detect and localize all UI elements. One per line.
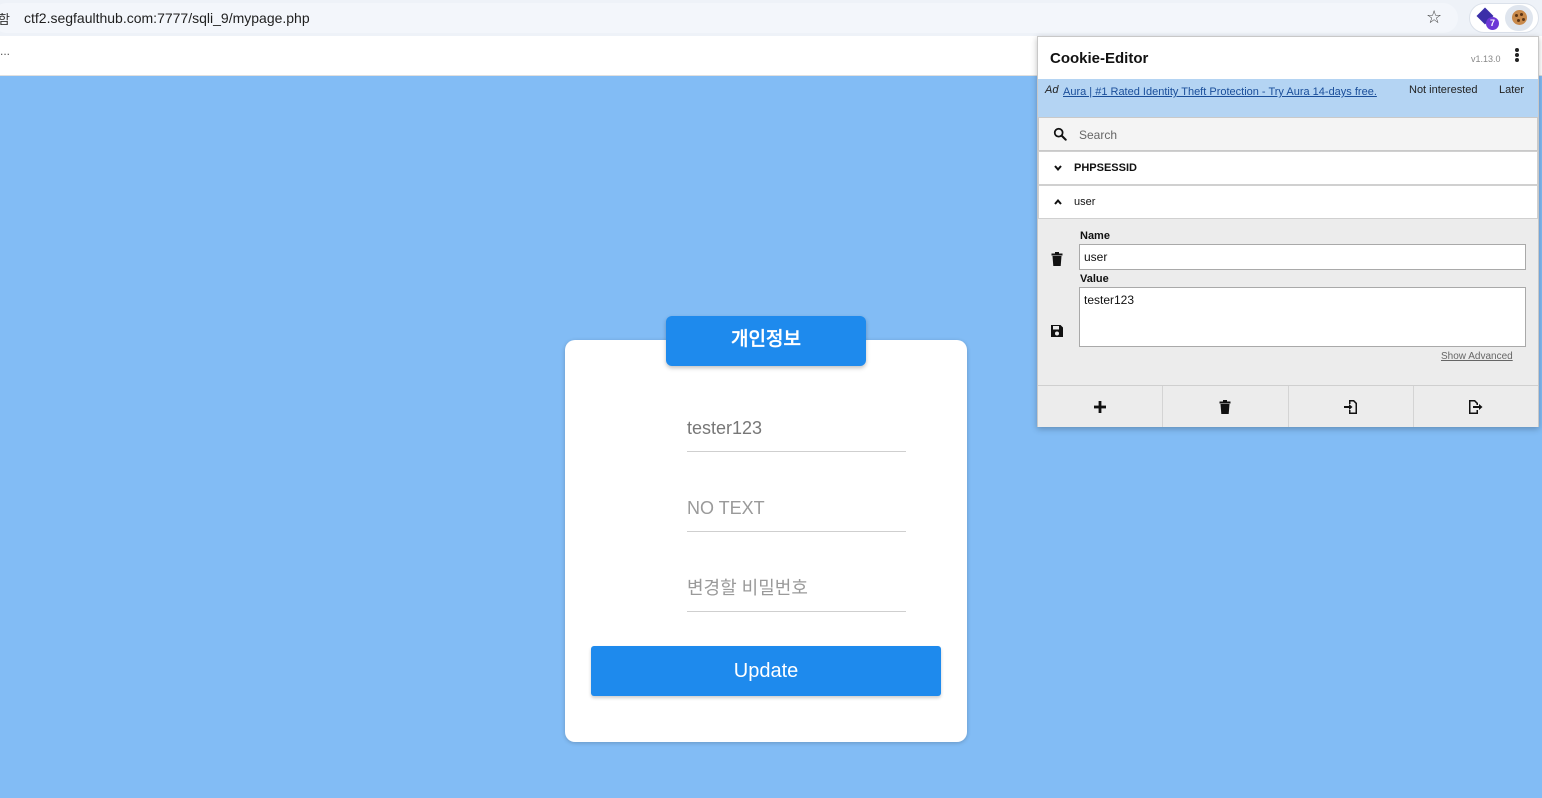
new-password-field[interactable] (687, 566, 906, 612)
cookie-name-input[interactable] (1079, 244, 1526, 270)
cookie-name: PHPSESSID (1074, 162, 1137, 174)
cookie-editor-extension-button[interactable] (1505, 5, 1533, 31)
ad-banner: Ad Aura | #1 Rated Identity Theft Protec… (1038, 79, 1538, 117)
cookie-editor-popup: Cookie-Editor v1.13.0 Ad Aura | #1 Rated… (1037, 36, 1539, 427)
popup-title: Cookie-Editor (1050, 50, 1149, 67)
url-text[interactable]: ctf2.segfaulthub.com:7777/sqli_9/mypage.… (24, 10, 310, 26)
popup-version: v1.13.0 (1471, 54, 1501, 64)
cookie-value-input[interactable]: tester123 (1079, 287, 1526, 347)
show-advanced-link[interactable]: Show Advanced (1441, 351, 1513, 362)
ad-tag: Ad (1045, 84, 1059, 96)
extension-notification-icon[interactable]: 7 (1476, 7, 1499, 30)
page-title: 개인정보 (666, 316, 866, 366)
ad-later-button[interactable]: Later (1499, 84, 1524, 96)
export-icon (1468, 399, 1483, 414)
cookie-search-input[interactable] (1079, 126, 1519, 144)
bookmarks-overflow[interactable]: ... (0, 44, 10, 58)
name-label: Name (1080, 230, 1110, 242)
chevron-down-icon (1054, 165, 1062, 172)
popup-toolbar (1038, 385, 1538, 427)
import-button[interactable] (1289, 386, 1414, 427)
trash-icon (1219, 399, 1231, 414)
info-field[interactable] (687, 486, 906, 532)
cookie-row-user[interactable]: user (1038, 185, 1538, 219)
ad-not-interested-button[interactable]: Not interested (1409, 84, 1477, 96)
site-info-icon[interactable]: 함 (0, 9, 10, 28)
cookie-search-row (1038, 117, 1538, 151)
cookie-detail-panel: Name Value tester123 Show Advanced (1038, 219, 1538, 385)
value-label: Value (1080, 273, 1109, 285)
import-icon (1343, 399, 1357, 414)
bookmark-star-icon[interactable]: ☆ (1426, 7, 1442, 28)
more-vert-icon[interactable] (1510, 47, 1524, 67)
export-button[interactable] (1414, 386, 1538, 427)
add-cookie-button[interactable] (1038, 386, 1164, 427)
cookie-icon (1512, 10, 1527, 25)
ad-link[interactable]: Aura | #1 Rated Identity Theft Protectio… (1063, 84, 1393, 100)
cookie-row-phpsessid[interactable]: PHPSESSID (1038, 151, 1538, 185)
username-field[interactable] (687, 406, 906, 452)
cookie-name: user (1074, 196, 1096, 208)
save-icon[interactable] (1050, 324, 1064, 338)
plus-icon (1094, 400, 1107, 413)
delete-cookie-icon[interactable] (1050, 252, 1064, 266)
popup-header: Cookie-Editor v1.13.0 (1038, 37, 1538, 79)
chevron-up-icon (1054, 198, 1062, 205)
delete-all-button[interactable] (1163, 386, 1289, 427)
search-icon (1053, 127, 1067, 141)
browser-toolbar: 함 ctf2.segfaulthub.com:7777/sqli_9/mypag… (0, 0, 1542, 36)
update-button[interactable]: Update (591, 646, 941, 696)
